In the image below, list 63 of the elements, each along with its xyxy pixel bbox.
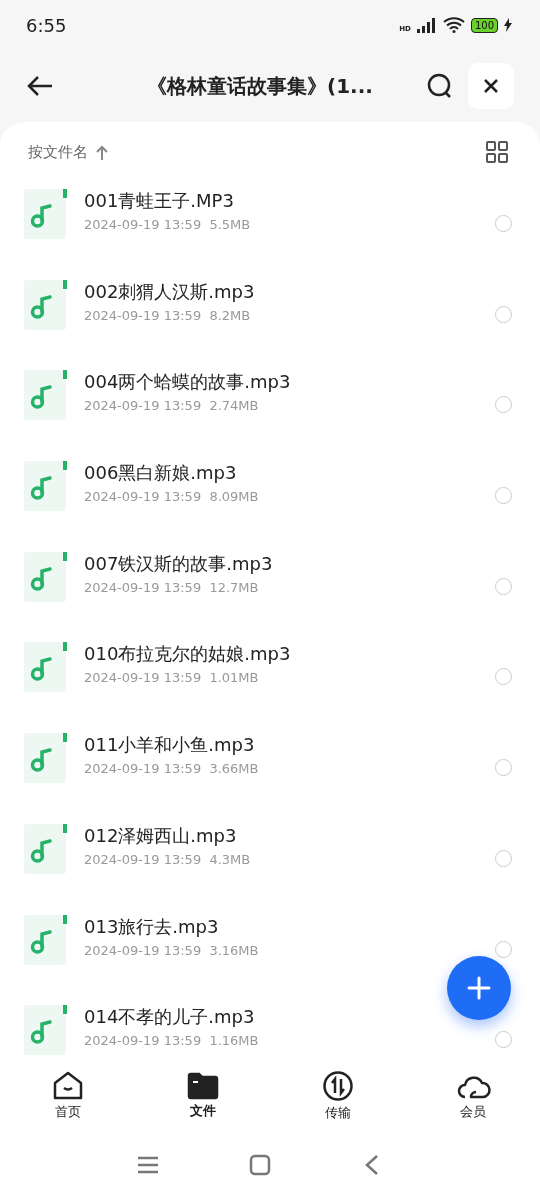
file-name: 001青蛙王子.MP3 [84, 189, 235, 213]
file-name: 004两个蛤蟆的故事.mp3 [84, 370, 292, 395]
nav-tab[interactable]: 文件 [135, 1062, 270, 1130]
music-file-icon [24, 1005, 68, 1056]
music-file-icon [24, 823, 68, 874]
file-meta: 2024-09-19 13:59 1.16MB [84, 1033, 260, 1049]
status-time: 6:55 [26, 14, 67, 36]
close-button[interactable] [468, 63, 514, 109]
music-file-icon [24, 733, 68, 784]
file-meta: 2024-09-19 13:59 4.3MB [84, 851, 252, 867]
file-name: 012泽姆西山.mp3 [84, 823, 238, 848]
grid-view-button[interactable] [484, 139, 510, 165]
music-file-icon [24, 642, 68, 693]
music-file-icon [24, 461, 68, 512]
music-file-icon [24, 279, 68, 330]
music-file-icon [24, 370, 68, 421]
plus-icon [467, 976, 491, 1000]
back-arrow-icon [26, 74, 54, 98]
file-row[interactable]: 013旅行去.mp3 2024-09-19 13:59 3.16MB [0, 907, 540, 999]
grid-icon [486, 141, 508, 163]
close-icon [483, 78, 499, 94]
file-meta: 2024-09-19 13:59 3.66MB [84, 761, 260, 777]
home-square-icon[interactable] [249, 1154, 271, 1176]
file-meta: 2024-09-19 13:59 3.16MB [84, 942, 260, 958]
home-icon [51, 1071, 84, 1101]
nav-tab[interactable]: 首页 [0, 1062, 135, 1130]
battery-indicator: 100 [470, 17, 498, 33]
sort-button[interactable]: 按文件名 [28, 142, 108, 162]
file-meta: 2024-09-19 13:59 8.2MB [84, 307, 252, 323]
file-meta: 2024-09-19 13:59 12.7MB [84, 579, 260, 595]
file-meta: 2024-09-19 13:59 8.09MB [84, 489, 260, 505]
file-row[interactable]: 006黑白新娘.mp3 2024-09-19 13:59 8.09MB [0, 454, 540, 545]
music-file-icon [24, 189, 68, 239]
file-meta: 2024-09-19 13:59 2.74MB [84, 398, 260, 414]
folder-icon [186, 1072, 219, 1100]
music-file-icon [24, 551, 68, 602]
menu-icon[interactable] [137, 1156, 159, 1174]
transfer-icon [321, 1070, 354, 1102]
file-row[interactable]: 011小羊和小鱼.mp3 2024-09-19 13:59 3.66MB [0, 726, 540, 817]
wifi-icon [442, 17, 465, 33]
file-name: 006黑白新娘.mp3 [84, 461, 238, 486]
file-row[interactable]: 001青蛙王子.MP3 2024-09-19 13:59 5.5MB [0, 182, 540, 273]
music-file-icon [24, 914, 68, 965]
nav-tab[interactable]: 传输 [270, 1062, 405, 1130]
add-button[interactable] [447, 956, 511, 1020]
up-arrow-icon [96, 144, 108, 160]
file-name: 010布拉克尔的姑娘.mp3 [84, 642, 292, 667]
signal-icon [416, 17, 437, 33]
file-row[interactable]: 004两个蛤蟆的故事.mp3 2024-09-19 13:59 2.74MB [0, 363, 540, 455]
nav-tab[interactable]: 会员 [405, 1062, 540, 1130]
file-name: 014不孝的儿子.mp3 [84, 1005, 256, 1030]
file-row[interactable]: 012泽姆西山.mp3 2024-09-19 13:59 4.3MB [0, 816, 540, 908]
file-name: 007铁汉斯的故事.mp3 [84, 551, 274, 576]
folder-title: 《格林童话故事集》(1... [146, 72, 374, 100]
file-name: 013旅行去.mp3 [84, 914, 220, 939]
file-row[interactable]: 007铁汉斯的故事.mp3 2024-09-19 13:59 12.7MB [0, 544, 540, 636]
file-name: 011小羊和小鱼.mp3 [84, 733, 256, 758]
file-row[interactable]: 010布拉克尔的姑娘.mp3 2024-09-19 13:59 1.01MB [0, 635, 540, 727]
file-meta: 2024-09-19 13:59 5.5MB [84, 217, 252, 232]
file-name: 002刺猬人汉斯.mp3 [84, 279, 256, 304]
file-row[interactable]: 002刺猬人汉斯.mp3 2024-09-19 13:59 8.2MB [0, 272, 540, 364]
file-meta: 2024-09-19 13:59 1.01MB [84, 670, 260, 686]
charging-icon [504, 18, 512, 32]
